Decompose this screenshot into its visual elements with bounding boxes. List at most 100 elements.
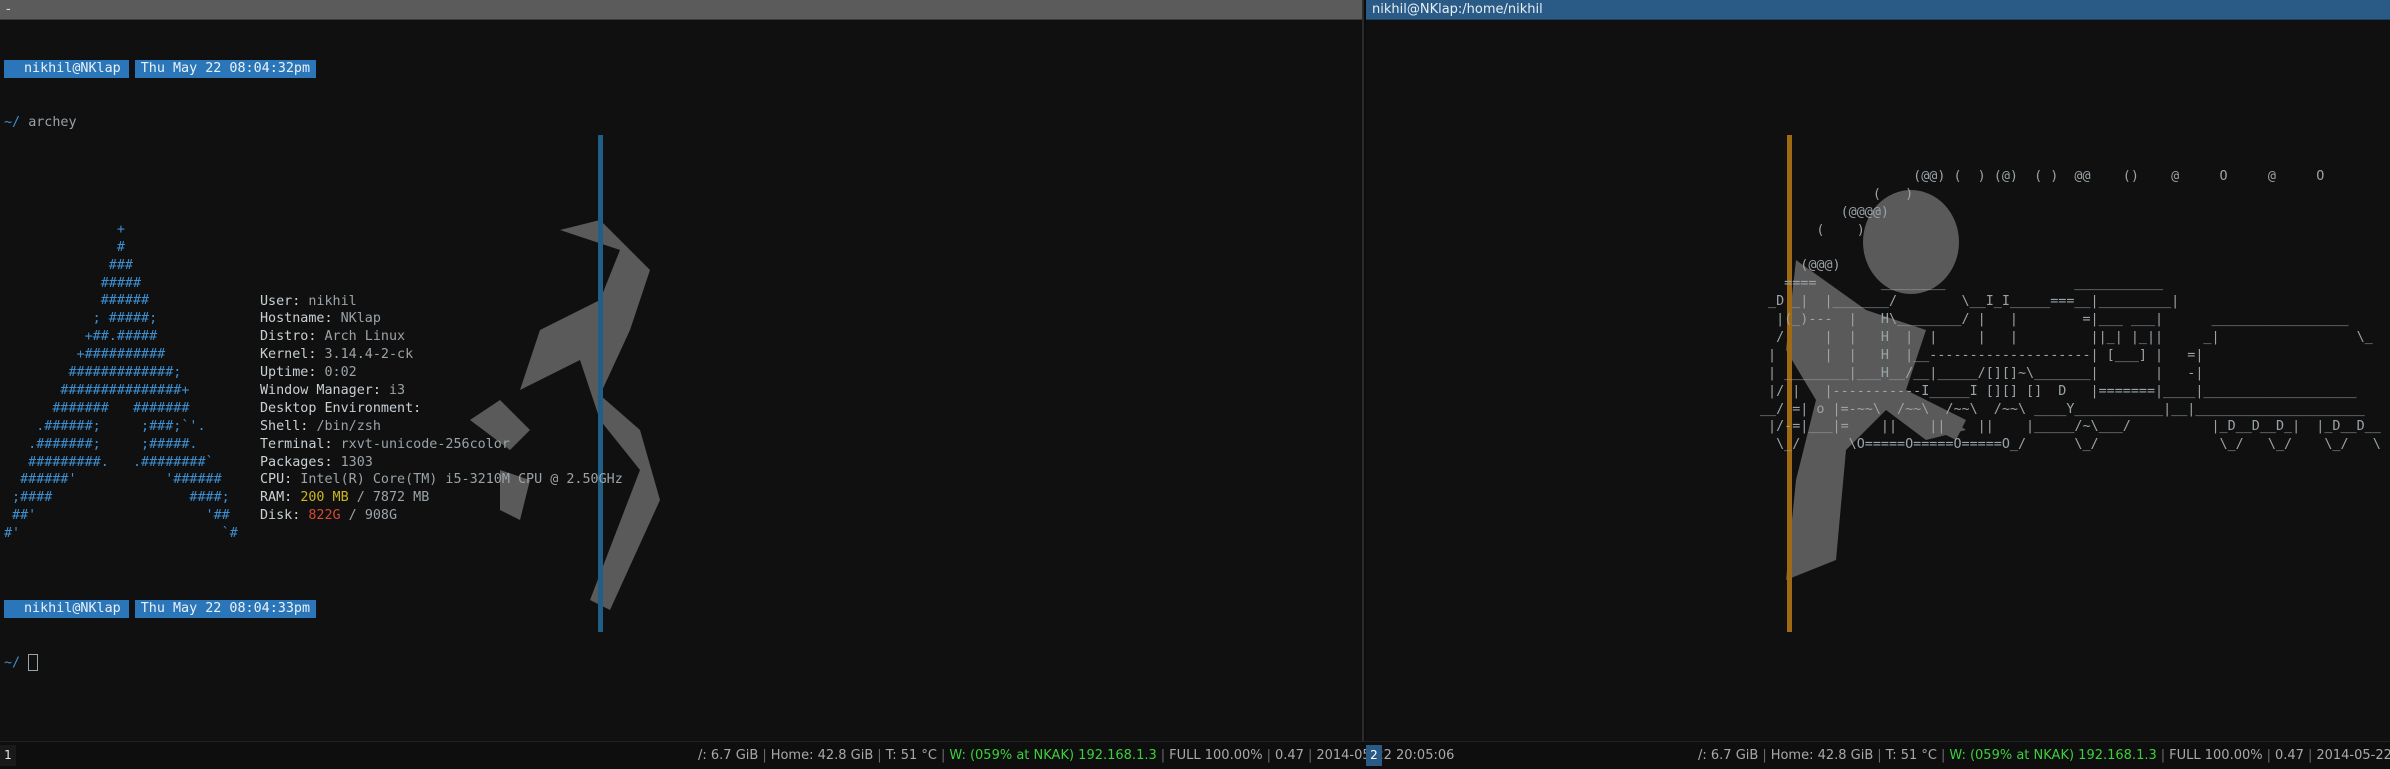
logo-line: +##.#####	[4, 329, 158, 345]
input-line[interactable]: ~/	[4, 654, 1362, 672]
train-line: |(_)--- | H\________/ | | =|___ ___| ___…	[1760, 312, 2349, 328]
prompt-user-2: nikhil@NKlap	[4, 600, 129, 619]
logo-line: +##########	[4, 347, 166, 363]
archey-output: + # ### ##### ###### ; #####; +##.##### …	[4, 221, 1362, 541]
train-line	[1760, 240, 2381, 258]
status-home-disk-2: Home: 42.8 GiB	[1770, 748, 1874, 763]
info-value: 0:02	[324, 365, 357, 381]
status-home-disk: Home: 42.8 GiB	[770, 748, 874, 763]
info-key: Shell:	[260, 418, 317, 434]
status-root-disk-2: /: 6.7 GiB	[1698, 748, 1759, 763]
prompt-datetime-2: Thu May 22 08:04:33pm	[134, 600, 317, 619]
info-row-disk: Disk: 822G / 908G	[260, 507, 623, 525]
command-line: ~/ archey	[4, 114, 1362, 132]
train-line: ==== ________ ___________	[1760, 276, 2164, 292]
info-key: Disk:	[260, 508, 309, 524]
info-key: User:	[260, 293, 309, 309]
info-row: Desktop Environment:	[260, 400, 623, 418]
logo-line: ##' '##	[4, 508, 230, 524]
logo-line: .#######; ;#####.	[4, 436, 198, 452]
disk-sep: /	[340, 508, 365, 524]
right-window-titlebar[interactable]: nikhil@NKlap:/home/nikhil	[1366, 0, 2390, 20]
disk-used: 822G	[308, 508, 341, 524]
status-load: 0.47	[1274, 748, 1304, 763]
train-line: | | | H |__--------------------| [___] |…	[1760, 347, 2204, 363]
prompt-user: nikhil@NKlap	[4, 59, 129, 78]
info-value: i3	[389, 382, 406, 398]
status-wifi: W: (059% at NKAK) 192.168.1.3	[949, 748, 1157, 763]
info-value: 1303	[340, 454, 373, 470]
info-value: Arch Linux	[324, 329, 406, 345]
train-line: ( )	[1760, 222, 1865, 238]
arch-logo-ascii: + # ### ##### ###### ; #####; +##.##### …	[4, 221, 238, 543]
logo-line: ;#### ####;	[4, 490, 230, 506]
info-value: 3.14.4-2-ck	[324, 347, 414, 363]
logo-line: #	[4, 239, 125, 255]
status-left: /: 6.7 GiB | Home: 42.8 GiB | T: 51 °C | W: (0…	[698, 748, 1455, 763]
train-line: / | | H | | | | ||_| |_|| _| \_	[1760, 330, 2373, 346]
sl-train-ascii: (@@) ( ) (@) ( ) @@ () @ O @ O ( ) (@@@@…	[1760, 168, 2381, 454]
command-text: archey	[28, 114, 77, 130]
workspace-button-1[interactable]: 1	[0, 745, 16, 766]
logo-line: +	[4, 221, 125, 237]
info-key: Hostname:	[260, 311, 341, 327]
left-terminal-content[interactable]: nikhil@NKlap Thu May 22 08:04:32pm ~/ arc…	[4, 24, 1362, 741]
info-row: User: nikhil	[260, 293, 623, 311]
status-wifi-2: W: (059% at NKAK) 192.168.1.3	[1949, 748, 2157, 763]
logo-line: ###############+	[4, 382, 190, 398]
logo-line: ####### #######	[4, 400, 190, 416]
logo-line: .######; ;###;`'.	[4, 418, 206, 434]
system-info: User: nikhil Hostname: NKlap Distro: Arch …	[260, 293, 623, 526]
logo-line: #####	[4, 275, 142, 291]
info-value: NKlap	[340, 311, 381, 327]
status-right: /: 6.7 GiB | Home: 42.8 GiB | T: 51 °C | W: (0…	[1698, 742, 2390, 769]
prompt-datetime: Thu May 22 08:04:32pm	[134, 59, 317, 78]
logo-line: ###	[4, 257, 133, 273]
cwd: ~/	[4, 114, 21, 130]
info-value: Intel(R) Core(TM) i5-3210M CPU @ 2.50GHz	[300, 472, 623, 488]
info-row: Window Manager: i3	[260, 382, 623, 400]
info-row: Hostname: NKlap	[260, 310, 623, 328]
info-row: Distro: Arch Linux	[260, 328, 623, 346]
train-line: _D _| |_______/ \__I_I_____===__|_______…	[1760, 294, 2180, 310]
logo-line: #########. .########`	[4, 454, 214, 470]
train-line: (@@@@)	[1760, 204, 1889, 220]
info-value: /bin/zsh	[316, 418, 381, 434]
status-temp: T: 51 °C	[885, 748, 937, 763]
logo-line: ; #####;	[4, 311, 158, 327]
train-line: | ________|___H__/__|_____/[][]~\_______…	[1760, 365, 2204, 381]
workspace-button-2[interactable]: 2	[1366, 745, 1382, 766]
info-key: Uptime:	[260, 365, 325, 381]
info-row: Terminal: rxvt-unicode-256color	[260, 436, 623, 454]
logo-line: #############;	[4, 365, 182, 381]
logo-line: ######' '######	[4, 472, 222, 488]
train-line: (@@) ( ) (@) ( ) @@ () @ O @ O	[1760, 169, 2325, 184]
info-row: Uptime: 0:02	[260, 364, 623, 382]
status-root-disk: /: 6.7 GiB	[698, 748, 759, 763]
info-value: rxvt-unicode-256color	[340, 436, 510, 452]
info-row: CPU: Intel(R) Core(TM) i5-3210M CPU @ 2.…	[260, 471, 623, 489]
disk-total: 908G	[364, 508, 398, 524]
ram-total: 7872 MB	[372, 490, 430, 506]
info-key: Packages:	[260, 454, 341, 470]
right-terminal-window[interactable]: nikhil@NKlap:/home/nikhil (@@) ( ) (@) (…	[1366, 0, 2390, 741]
info-key: Kernel:	[260, 347, 325, 363]
info-key: Terminal:	[260, 436, 341, 452]
info-key: CPU:	[260, 472, 301, 488]
logo-line: #' `#	[4, 526, 238, 542]
info-key: Distro:	[260, 329, 325, 345]
prompt-line-1: nikhil@NKlap Thu May 22 08:04:32pm	[4, 59, 1362, 78]
info-row: Packages: 1303	[260, 454, 623, 472]
left-terminal-window[interactable]: - nikhil@NKlap Thu May 22 08:04:32pm ~/ a…	[0, 0, 1364, 741]
info-key: Window Manager:	[260, 382, 389, 398]
info-key: RAM:	[260, 490, 301, 506]
train-line: |/-=|___|= || || || |_____/~\___/ |_D__D…	[1760, 419, 2381, 435]
logo-line: ######	[4, 293, 150, 309]
text-cursor	[28, 654, 39, 672]
train-line: ( )	[1760, 186, 1914, 202]
info-row-ram: RAM: 200 MB / 7872 MB	[260, 489, 623, 507]
ram-used: 200 MB	[300, 490, 349, 506]
left-window-titlebar[interactable]: -	[0, 0, 1362, 20]
info-key: Desktop Environment:	[260, 400, 430, 416]
status-battery: FULL 100.00%	[1169, 748, 1263, 763]
